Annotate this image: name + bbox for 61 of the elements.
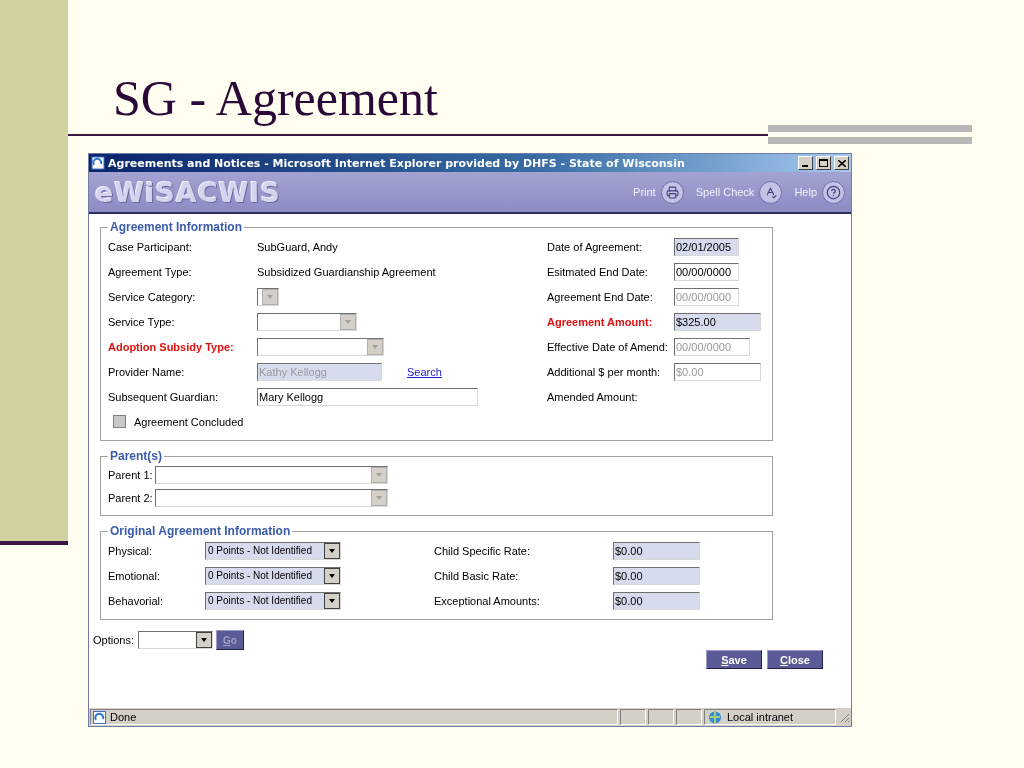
section-title: Original Agreement Information <box>109 524 292 538</box>
field-label: Parent 2: <box>108 491 154 504</box>
select-field[interactable]: 0 Points - Not Identified <box>205 591 341 610</box>
field-label: Date of Agreement: <box>547 240 643 253</box>
input-field[interactable]: $0.00 <box>613 591 700 610</box>
field-label: Agreement End Date: <box>547 290 654 303</box>
field-label: Emotional: <box>108 569 161 582</box>
help-icon <box>822 180 845 204</box>
window-title: Agreements and Notices - Microsoft Internet Explorer provided by DHFS - State of Wisconsin <box>108 156 686 170</box>
select-field[interactable]: 0 Points - Not Identified <box>205 541 341 560</box>
field-label: Parent 1: <box>108 468 154 481</box>
minimize-button[interactable] <box>798 156 813 170</box>
input-field[interactable]: 02/01/2005 <box>674 237 739 256</box>
printer-icon <box>660 180 684 204</box>
field-label: Child Basic Rate: <box>434 569 520 582</box>
status-text: Done <box>110 711 137 723</box>
spell-check-icon <box>759 180 783 204</box>
field-label: Provider Name: <box>108 365 186 378</box>
field-label: Service Type: <box>108 315 176 328</box>
select-field[interactable] <box>138 631 213 649</box>
app-logo: eWiSACWIS <box>95 176 282 208</box>
checkbox-label: Agreement Concluded <box>134 415 244 428</box>
status-pane <box>648 709 674 725</box>
field-label: Agreement Amount: <box>547 315 654 328</box>
select-field[interactable]: 0 Points - Not Identified <box>205 566 341 585</box>
maximize-button[interactable] <box>816 156 831 170</box>
status-pane <box>676 709 702 725</box>
input-field[interactable]: $0.00 <box>613 541 700 560</box>
field-label: Child Specific Rate: <box>434 544 531 557</box>
field-label: Esitmated End Date: <box>547 265 649 278</box>
field-label: Agreement Type: <box>108 265 193 278</box>
section-title: Agreement Information <box>109 220 243 234</box>
close-button[interactable] <box>834 156 849 170</box>
input-field[interactable]: 00/00/0000 <box>674 262 739 281</box>
field-label: Adoption Subsidy Type: <box>108 340 235 353</box>
input-field[interactable]: $325.00 <box>674 312 761 331</box>
field-label: Exceptional Amounts: <box>434 594 541 607</box>
input-field[interactable]: Mary Kellogg <box>257 387 478 406</box>
field-label: Physical: <box>108 544 154 557</box>
resize-grip-icon[interactable] <box>838 711 850 723</box>
status-pane <box>620 709 646 725</box>
field-value: Subsidized Guardianship Agreement <box>257 265 436 278</box>
field-label: Effective Date of Amend: <box>547 340 669 353</box>
security-zone-text: Local intranet <box>727 711 794 723</box>
field-label: Options: <box>93 634 135 646</box>
field-label: Additional $ per month: <box>547 365 662 378</box>
field-label: Subsequent Guardian: <box>108 390 220 403</box>
slide-title: SG - Agreement <box>113 69 439 128</box>
input-field[interactable]: $0.00 <box>613 566 700 585</box>
field-label: Behavorial: <box>108 594 165 607</box>
action-button[interactable]: Close <box>767 650 823 669</box>
network-globe-icon <box>707 710 723 724</box>
field-label: Case Participant: <box>108 240 193 253</box>
field-value: SubGuard, Andy <box>257 240 338 253</box>
section-title: Parent(s) <box>109 449 163 463</box>
browser-page-icon <box>91 156 105 170</box>
close-icon <box>837 159 846 167</box>
maximize-icon <box>819 159 828 167</box>
field-label: Amended Amount: <box>547 390 639 403</box>
action-button[interactable]: Save <box>706 650 762 669</box>
field-label: Service Category: <box>108 290 197 303</box>
